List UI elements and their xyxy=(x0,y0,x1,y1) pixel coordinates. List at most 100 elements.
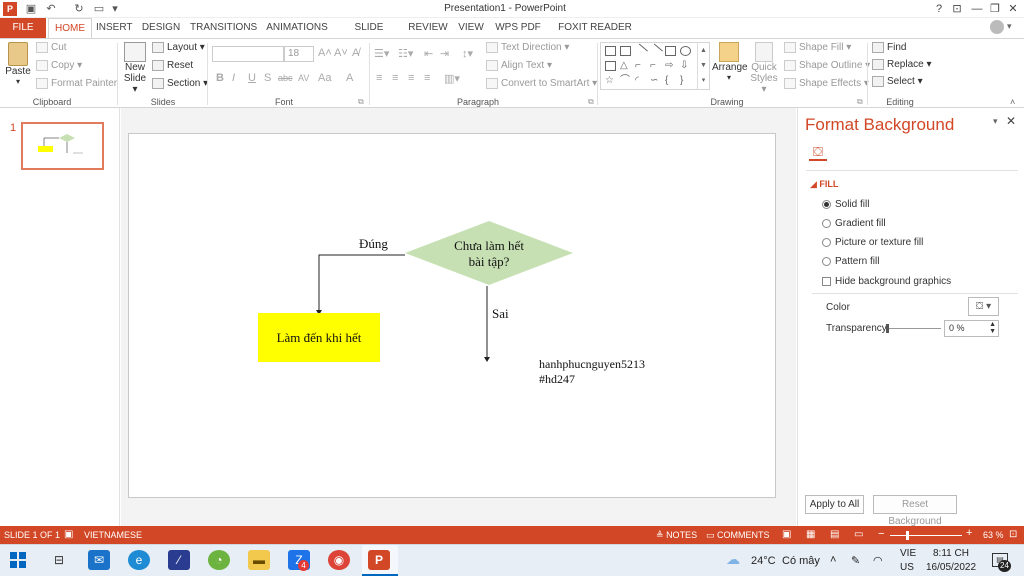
font-color-button[interactable]: A xyxy=(346,72,353,84)
curve-shape-icon[interactable]: ∽ xyxy=(650,76,661,86)
input-language-1[interactable]: VIE xyxy=(900,548,916,559)
reset-background-button[interactable]: Reset Background xyxy=(873,495,957,527)
reset-button[interactable]: Reset xyxy=(152,60,193,71)
app-icon[interactable]: ⁄ xyxy=(168,550,190,570)
customize-qat-icon[interactable]: ▾ xyxy=(108,2,122,16)
connector-shape-icon[interactable]: ⌐ xyxy=(635,61,646,71)
gallery-scroll[interactable]: ▲ ▼ ▾ xyxy=(697,43,709,89)
transparency-spinner[interactable]: 0 % ▲ ▼ xyxy=(944,320,999,337)
chrome-icon[interactable]: ◉ xyxy=(328,550,350,570)
clock-time[interactable]: 8:11 CH xyxy=(933,548,969,559)
transparency-slider-thumb[interactable] xyxy=(886,324,889,333)
weather-description[interactable]: Có mây xyxy=(782,555,820,567)
hide-graphics-label[interactable]: Hide background graphics xyxy=(835,276,951,287)
rectangle-shape-icon[interactable] xyxy=(665,46,676,56)
shape-effects-button[interactable]: Shape Effects ▾ xyxy=(784,78,869,89)
fill-section-header[interactable]: ◢ FILL xyxy=(810,179,838,190)
dialog-launcher-icon[interactable]: ⧉ xyxy=(358,97,364,107)
tab-insert[interactable]: INSERT xyxy=(96,18,133,38)
align-center-icon[interactable]: ≡ xyxy=(392,72,398,84)
shape-fill-button[interactable]: Shape Fill ▾ xyxy=(784,42,851,53)
bullets-icon[interactable]: ☰▾ xyxy=(374,47,389,60)
line-shape-icon[interactable] xyxy=(633,43,648,59)
clock-date[interactable]: 16/05/2022 xyxy=(926,562,976,573)
vertical-textbox-shape-icon[interactable] xyxy=(620,46,631,56)
apply-to-all-button[interactable]: Apply to All xyxy=(805,495,864,514)
edge-browser-icon[interactable]: e xyxy=(128,550,150,570)
format-painter-button[interactable]: Format Painter xyxy=(36,78,117,89)
save-icon[interactable]: ▣ xyxy=(24,2,38,16)
ribbon-display-options-button[interactable]: ⊡ xyxy=(948,1,966,17)
zoom-level[interactable]: 63 % xyxy=(983,530,1004,540)
pattern-fill-radio[interactable] xyxy=(822,257,831,266)
zoom-slider-thumb[interactable] xyxy=(906,531,909,540)
zoom-slider-track[interactable] xyxy=(890,535,962,536)
gradient-fill-radio[interactable] xyxy=(822,219,831,228)
weather-temperature[interactable]: 24°C xyxy=(751,555,776,567)
section-button[interactable]: Section ▾ xyxy=(152,78,208,89)
align-text-button[interactable]: Align Text ▾ xyxy=(486,60,552,71)
account-avatar[interactable] xyxy=(990,20,1004,34)
tab-transitions[interactable]: TRANSITIONS xyxy=(190,18,257,38)
dialog-launcher-icon[interactable]: ⧉ xyxy=(857,97,863,107)
increase-indent-icon[interactable]: ⇥ xyxy=(440,47,449,60)
font-name-combo[interactable] xyxy=(212,46,284,62)
cloud-weather-icon[interactable]: ☁ xyxy=(726,551,740,568)
tab-wps-pdf[interactable]: WPS PDF xyxy=(494,18,542,38)
slide-canvas[interactable]: Chưa làm hết bài tập? Đúng Sai Làm đến k… xyxy=(128,133,776,498)
shape-outline-button[interactable]: Shape Outline ▾ xyxy=(784,60,870,71)
app-icon-green[interactable]: ◔ xyxy=(208,550,230,570)
textbox-shape-icon[interactable] xyxy=(605,46,616,56)
numbering-icon[interactable]: ☷▾ xyxy=(398,47,413,60)
tab-view[interactable]: VIEW xyxy=(456,18,486,38)
arrange-button[interactable]: Arrange ▾ xyxy=(712,42,748,82)
pane-options-chevron-icon[interactable]: ▾ xyxy=(993,116,998,127)
down-arrow-shape-icon[interactable]: ⇩ xyxy=(680,61,691,71)
font-size-combo[interactable]: 18 xyxy=(284,46,314,62)
increase-font-icon[interactable]: A˄ xyxy=(318,47,332,59)
paste-button[interactable]: Paste ▾ xyxy=(5,42,31,86)
mail-icon[interactable]: ✉ xyxy=(88,550,110,570)
comments-button[interactable]: ▭ COMMENTS xyxy=(706,530,770,541)
undo-icon[interactable]: ↶ xyxy=(44,2,58,16)
gradient-fill-label[interactable]: Gradient fill xyxy=(835,218,886,229)
windows-start-icon[interactable] xyxy=(10,552,26,568)
select-button[interactable]: Select ▾ xyxy=(872,76,923,87)
convert-smartart-button[interactable]: Convert to SmartArt ▾ xyxy=(486,78,597,89)
color-picker-button[interactable]: ⛋ ▾ xyxy=(968,297,999,316)
zoom-out-button[interactable]: − xyxy=(878,528,884,540)
dialog-launcher-icon[interactable]: ⧉ xyxy=(588,97,594,107)
reading-view-icon[interactable]: ▤ xyxy=(830,529,839,540)
new-slide-button[interactable]: New Slide ▾ xyxy=(121,42,149,95)
start-from-beginning-icon[interactable]: ▭ xyxy=(92,2,106,16)
justify-icon[interactable]: ≡ xyxy=(424,72,430,84)
slide-sorter-icon[interactable]: ▦ xyxy=(806,529,815,540)
star-shape-icon[interactable]: ☆ xyxy=(605,76,616,86)
solid-fill-radio[interactable] xyxy=(822,200,831,209)
tab-design[interactable]: DESIGN xyxy=(140,18,182,38)
cut-button[interactable]: Cut xyxy=(36,42,67,53)
notes-button[interactable]: ≜ NOTES xyxy=(656,530,697,541)
picture-fill-radio[interactable] xyxy=(822,238,831,247)
restore-button[interactable]: ❐ xyxy=(986,1,1004,17)
tab-foxit-reader-pdf[interactable]: FOXIT READER PDF xyxy=(550,18,640,53)
slide-thumbnail[interactable] xyxy=(21,122,104,170)
columns-icon[interactable]: ▥▾ xyxy=(444,72,460,85)
bold-button[interactable]: B xyxy=(216,72,224,84)
chevron-down-icon[interactable]: ▾ xyxy=(1007,21,1012,32)
slideshow-view-icon[interactable]: ▭ xyxy=(854,529,863,540)
rounded-rect-shape-icon[interactable] xyxy=(605,61,616,71)
align-right-icon[interactable]: ≡ xyxy=(408,72,414,84)
language-indicator[interactable]: VIETNAMESE xyxy=(84,530,142,540)
decrease-font-icon[interactable]: A˅ xyxy=(334,47,348,59)
transparency-slider-track[interactable] xyxy=(886,328,941,329)
task-view-icon[interactable]: ⊟ xyxy=(48,550,70,570)
yes-connector[interactable] xyxy=(318,254,405,313)
italic-button[interactable]: I xyxy=(232,72,235,84)
fit-slide-icon[interactable]: ⊡ xyxy=(1009,529,1017,540)
find-button[interactable]: Find xyxy=(872,42,906,53)
triangle-shape-icon[interactable]: △ xyxy=(620,61,631,71)
right-brace-shape-icon[interactable]: } xyxy=(680,76,691,86)
powerpoint-taskbar-icon[interactable]: P xyxy=(368,550,390,570)
close-button[interactable]: ✕ xyxy=(1004,1,1022,17)
